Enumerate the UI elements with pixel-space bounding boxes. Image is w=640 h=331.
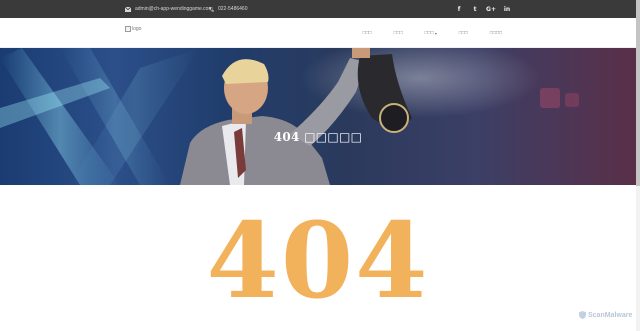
- shield-icon: [579, 311, 586, 319]
- logo-alt-text: logo: [132, 26, 142, 32]
- nav-item-1[interactable]: □□□: [363, 30, 372, 36]
- hero-background-image: [0, 48, 579, 185]
- facebook-icon[interactable]: f: [456, 0, 462, 18]
- nav-item-label: □□□: [393, 30, 403, 36]
- envelope-icon: [125, 6, 131, 12]
- top-bar: admin@ch-app-wendinggame.com 022-5486460…: [0, 0, 636, 18]
- social-links: f t G+ in: [456, 0, 510, 18]
- vertical-scrollbar[interactable]: [636, 0, 640, 331]
- nav-item-2[interactable]: □□□: [394, 30, 403, 36]
- nav-item-4[interactable]: □□□: [459, 30, 468, 36]
- page-title: 404 □□□□□: [273, 130, 363, 144]
- broken-image-icon: [125, 26, 131, 32]
- site-logo[interactable]: logo: [125, 26, 141, 32]
- email-text: admin@ch-app-wendinggame.com: [135, 6, 213, 12]
- phone-icon: [209, 6, 214, 12]
- watermark-text: ScanMalware: [588, 311, 633, 319]
- phone-contact[interactable]: 022-5486460: [209, 0, 247, 18]
- hero-banner: 404 □□□□□: [0, 48, 636, 185]
- email-contact[interactable]: admin@ch-app-wendinggame.com: [125, 0, 213, 18]
- site-header: logo □□□ □□□ □□□ ▾ □□□ □□□□: [0, 18, 636, 48]
- watermark: ScanMalware: [579, 311, 632, 319]
- scrollbar-thumb[interactable]: [636, 0, 640, 186]
- nav-item-label: □□□: [424, 30, 434, 36]
- nav-item-label: □□□: [458, 30, 468, 36]
- error-code: 404: [206, 199, 430, 322]
- chevron-down-icon: ▾: [434, 30, 437, 36]
- main-nav: □□□ □□□ □□□ ▾ □□□ □□□□: [341, 18, 502, 48]
- nav-item-3[interactable]: □□□ ▾: [425, 30, 437, 36]
- twitter-icon[interactable]: t: [472, 0, 478, 18]
- nav-item-5[interactable]: □□□□: [490, 30, 502, 36]
- google-plus-icon[interactable]: G+: [486, 0, 496, 18]
- linkedin-icon[interactable]: in: [504, 0, 510, 18]
- phone-text: 022-5486460: [218, 6, 248, 12]
- nav-item-label: □□□: [362, 30, 372, 36]
- nav-item-label: □□□□: [489, 30, 502, 36]
